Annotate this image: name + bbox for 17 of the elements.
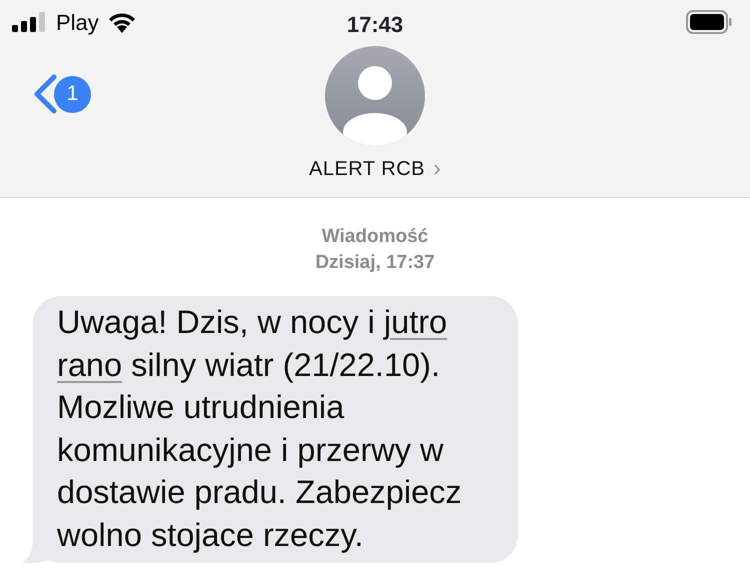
contact-name: ALERT RCB: [308, 157, 426, 182]
unread-count: 1: [54, 76, 91, 112]
carrier-name: Play: [56, 8, 99, 37]
status-time: 17:43: [346, 12, 404, 37]
signal-icon: [12, 12, 48, 32]
date-link[interactable]: rano: [57, 346, 122, 382]
contact-button[interactable]: ALERT RCB ›: [308, 154, 442, 184]
message-timestamp: Dzisiaj, 17:37: [314, 251, 436, 275]
date-link[interactable]: jutro: [384, 304, 448, 340]
wifi-icon: [106, 11, 137, 33]
battery-icon: [686, 10, 732, 34]
back-button[interactable]: 1: [32, 74, 91, 114]
message-text: Uwaga! Dzis, w nocy i jutro rano silny wiatr (21/22.10). Mozliwe utrudnienia komunikacyjne i przerwy w dostawie pradu. Zabezpiecz wolno stojace rzeczy.: [57, 303, 463, 555]
service-label: Wiadomość: [320, 225, 430, 249]
contact-avatar[interactable]: [325, 46, 425, 146]
back-chevron-icon: [32, 74, 58, 114]
chevron-icon: ›: [433, 157, 442, 181]
